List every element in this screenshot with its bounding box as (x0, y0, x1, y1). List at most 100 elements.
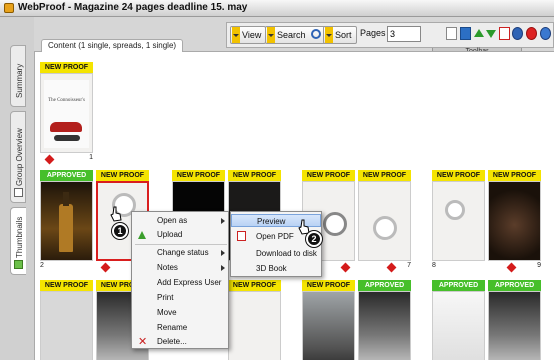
menu-item-label: Upload (157, 230, 183, 239)
page-thumbnail-15[interactable]: APPROVED (432, 280, 485, 360)
page-image (40, 291, 93, 360)
watch-image (445, 200, 465, 220)
chevron-down-icon (325, 27, 333, 43)
upload-icon (138, 231, 146, 239)
status-badge: NEW PROOF (40, 62, 93, 73)
tab-thumbnails-label: Thumbnails (15, 216, 24, 258)
tab-thumbnails[interactable]: Thumbnails (10, 207, 26, 275)
menu-item-add-express-user[interactable]: Add Express User (132, 277, 230, 289)
tab-summary[interactable]: Summary (10, 45, 26, 107)
pages-input[interactable] (387, 26, 421, 42)
callout-marker-2: 2 (306, 231, 322, 247)
watch-image (373, 216, 397, 240)
view-button-label: View (242, 30, 262, 40)
pdf-icon[interactable] (499, 27, 510, 40)
page-image (358, 291, 411, 360)
status-badge: APPROVED (488, 280, 541, 291)
status-badge: NEW PROOF (488, 170, 541, 181)
sort-button-label: Sort (335, 30, 352, 40)
menu-item-label: Notes (157, 263, 178, 272)
watch-image (323, 212, 347, 236)
menu-item-label: Preview (257, 217, 286, 226)
context-menu: Open as Upload Change status Notes Add E… (131, 211, 229, 349)
submenu-arrow-icon (221, 218, 225, 224)
menu-item-label: Rename (157, 323, 188, 332)
view-button[interactable]: View (230, 26, 267, 44)
car-image (50, 122, 82, 132)
page-thumbnail-7[interactable]: NEW PROOF 7 (358, 170, 411, 273)
status-badge: NEW PROOF (96, 170, 149, 181)
hand-cursor-icon (110, 206, 122, 222)
callout-marker-1: 1 (112, 223, 128, 239)
page-thumbnail-14[interactable]: APPROVED (358, 280, 411, 360)
page-image (302, 291, 355, 360)
page-image (488, 291, 541, 360)
menu-item-move[interactable]: Move (132, 307, 230, 319)
status-badge: NEW PROOF (172, 170, 225, 181)
menu-item-label: Move (157, 308, 177, 317)
bottle-image (59, 192, 73, 252)
status-badge: NEW PROOF (228, 280, 281, 291)
sort-button[interactable]: Sort (323, 26, 357, 44)
delete-icon: ✕ (138, 336, 148, 348)
status-badge: NEW PROOF (432, 170, 485, 181)
group-overview-icon (14, 188, 23, 197)
page-number: 2 (40, 262, 44, 269)
window-title: WebProof - Magazine 24 pages deadline 15… (18, 2, 248, 13)
search-button[interactable]: Search (265, 26, 327, 44)
status-badge: APPROVED (40, 170, 93, 181)
submenu-arrow-icon (221, 265, 225, 271)
title-bar: WebProof - Magazine 24 pages deadline 15… (0, 0, 554, 17)
menu-item-open-as[interactable]: Open as (132, 215, 230, 227)
stop-icon[interactable] (526, 27, 537, 40)
page-thumbnail-8[interactable]: NEW PROOF 8 (432, 170, 485, 270)
page-image (488, 181, 541, 261)
menu-item-delete[interactable]: ✕ Delete... (132, 336, 230, 348)
menu-item-3d-book[interactable]: 3D Book (231, 262, 321, 275)
car-image (54, 135, 80, 141)
tab-summary-label: Summary (15, 63, 24, 98)
menu-item-label: Print (157, 293, 174, 302)
menu-item-change-status[interactable]: Change status (132, 247, 230, 259)
menu-item-upload[interactable]: Upload (132, 229, 230, 241)
page-image (432, 291, 485, 360)
tab-group-overview[interactable]: Group Overview (10, 111, 26, 203)
menu-item-download-to-disk[interactable]: Download to disk (231, 247, 321, 260)
page-image (358, 181, 411, 261)
arrow-down-icon[interactable] (486, 30, 496, 38)
page-thumbnail-1[interactable]: NEW PROOF The Connoisseur's 1 (40, 62, 93, 165)
page-image (40, 181, 93, 261)
page-thumbnail-2[interactable]: APPROVED 2 (40, 170, 93, 270)
pages-label: Pages (360, 28, 386, 38)
page-image (228, 291, 281, 360)
menu-item-label: Add Express User (157, 278, 222, 287)
menu-item-rename[interactable]: Rename (132, 322, 230, 334)
magazine-cover: The Connoisseur's (44, 80, 89, 148)
page-thumbnail-16[interactable]: APPROVED (488, 280, 541, 360)
chevron-down-icon (267, 27, 275, 43)
status-badge: NEW PROOF (358, 170, 411, 181)
cover-masthead: The Connoisseur's (48, 98, 85, 103)
menu-item-print[interactable]: Print (132, 292, 230, 304)
status-badge: NEW PROOF (228, 170, 281, 181)
menu-item-label: Delete... (157, 337, 187, 346)
status-badge: NEW PROOF (302, 280, 355, 291)
menu-item-label: Open PDF (256, 232, 294, 241)
tab-content[interactable]: Content (1 single, spreads, 1 single) (41, 39, 184, 52)
tab-group-overview-label: Group Overview (15, 128, 24, 186)
page-image (432, 181, 485, 261)
menu-item-notes[interactable]: Notes (132, 262, 230, 274)
page-thumbnail-13[interactable]: NEW PROOF (302, 280, 355, 360)
document-icon[interactable] (446, 27, 457, 40)
status-badge: APPROVED (358, 280, 411, 291)
document-blue-icon[interactable] (460, 27, 471, 40)
page-image: The Connoisseur's (40, 73, 93, 153)
pdf-icon (237, 231, 246, 241)
help-icon[interactable] (540, 27, 551, 40)
page-thumbnail-9[interactable]: NEW PROOF 9 (488, 170, 541, 273)
menu-item-label: Open as (157, 216, 188, 225)
page-thumbnail-10[interactable]: NEW PROOF (40, 280, 93, 360)
gear-icon[interactable] (512, 27, 523, 40)
arrow-up-icon[interactable] (474, 29, 484, 37)
page-thumbnail-12[interactable]: NEW PROOF (228, 280, 281, 360)
